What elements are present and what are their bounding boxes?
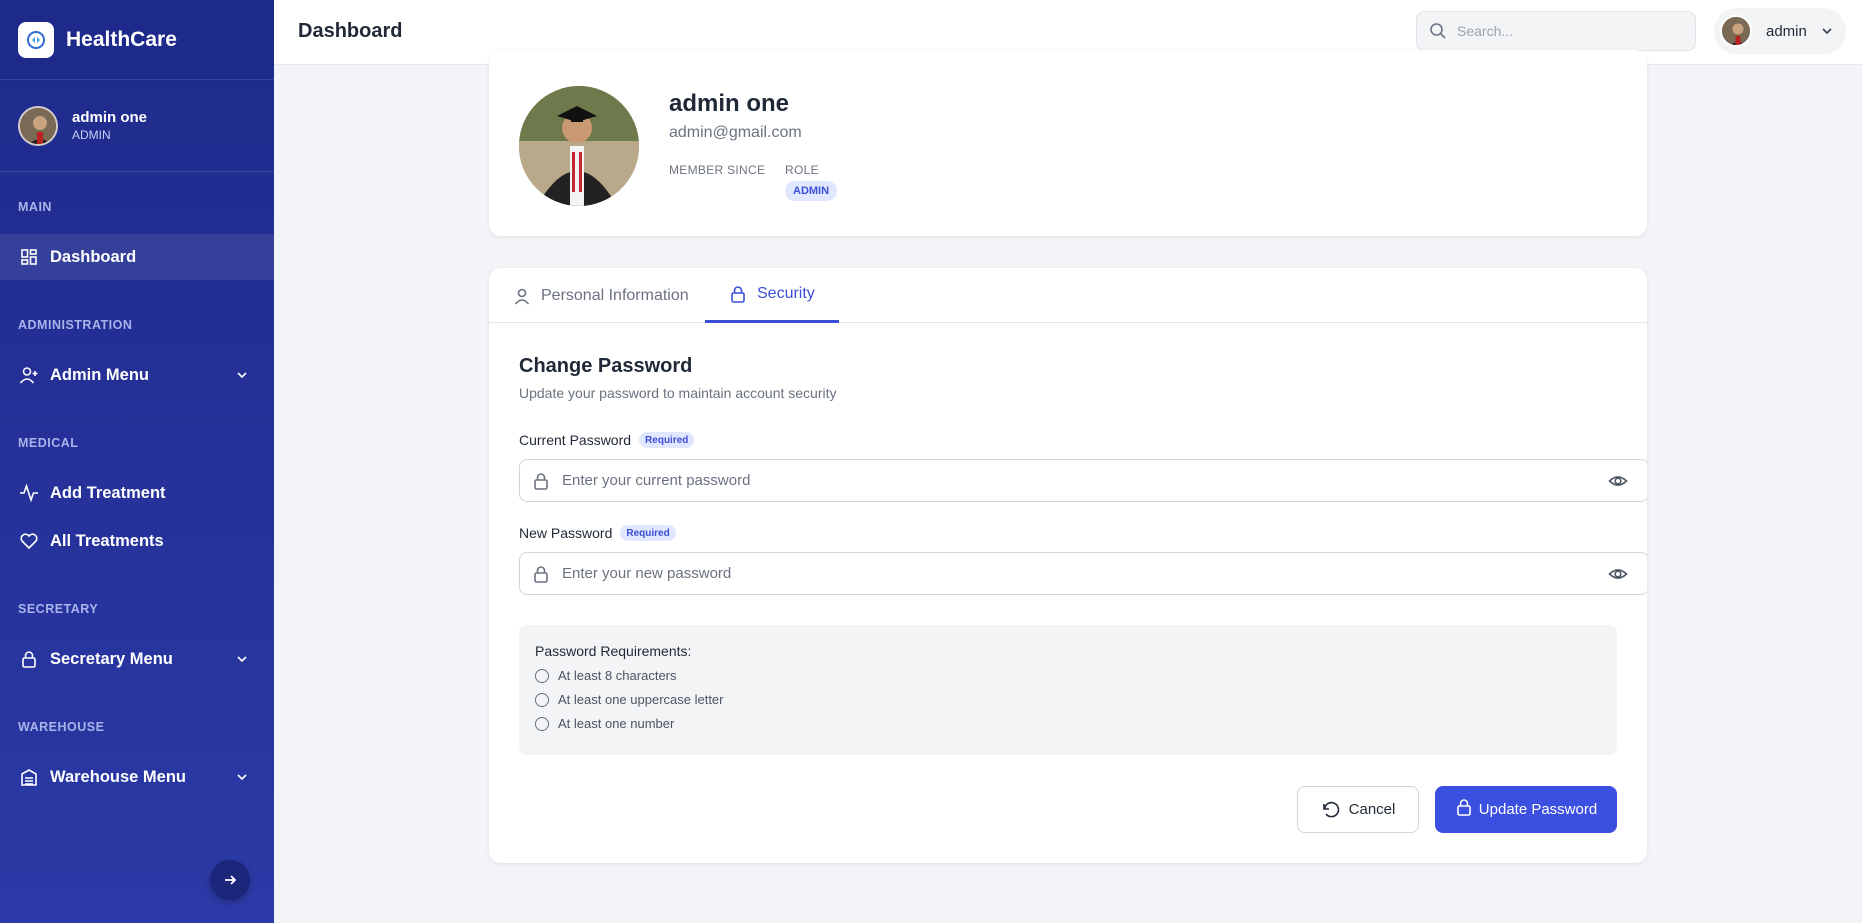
heart-icon <box>18 530 40 552</box>
cancel-button[interactable]: Cancel <box>1297 786 1419 833</box>
section-label-secretary: SECRETARY <box>18 602 99 616</box>
field-label-text: New Password <box>519 525 613 541</box>
current-password-label: Current Password Required <box>519 432 695 448</box>
sidebar-item-dashboard[interactable]: Dashboard <box>0 234 274 280</box>
brand-logo-icon <box>18 21 54 58</box>
sidebar-item-admin-menu[interactable]: Admin Menu <box>0 352 274 398</box>
sidebar-user-role: ADMIN <box>72 128 111 142</box>
section-label-warehouse: WAREHOUSE <box>18 720 105 734</box>
lock-icon <box>729 285 747 303</box>
arrow-right-icon <box>223 873 237 887</box>
section-subtitle: Update your password to maintain account… <box>519 385 837 401</box>
sidebar-item-all-treatments[interactable]: All Treatments <box>0 518 274 564</box>
rotate-ccw-icon <box>1321 800 1341 820</box>
sidebar-item-warehouse-menu[interactable]: Warehouse Menu <box>0 754 274 800</box>
sidebar-item-label: Warehouse Menu <box>50 767 186 786</box>
page-title: Dashboard <box>298 20 403 42</box>
requirement-text: At least 8 characters <box>558 668 677 683</box>
sidebar-toggle-button[interactable] <box>210 860 250 900</box>
sidebar-item-label: Dashboard <box>50 247 137 266</box>
profile-name: admin one <box>669 90 790 117</box>
requirements-title: Password Requirements: <box>535 643 692 659</box>
tab-security[interactable]: Security <box>705 268 839 323</box>
tab-bar: Personal Information Security <box>489 268 1647 323</box>
requirement-item: At least one number <box>535 716 674 731</box>
brand-name: HealthCare <box>66 27 177 51</box>
eye-icon[interactable] <box>1608 471 1628 491</box>
role-label: ROLE <box>785 163 819 177</box>
lock-icon <box>1455 798 1473 816</box>
circle-icon <box>535 692 549 707</box>
warehouse-icon <box>18 766 40 788</box>
lock-icon <box>532 472 550 490</box>
update-password-button[interactable]: Update Password <box>1435 786 1617 833</box>
chevron-down-icon <box>1821 25 1833 37</box>
field-label-text: Current Password <box>519 432 632 448</box>
section-title: Change Password <box>519 355 693 377</box>
brand[interactable]: HealthCare <box>0 0 274 80</box>
profile-email: admin@gmail.com <box>669 124 802 141</box>
required-badge: Required <box>620 525 676 541</box>
sidebar-item-label: All Treatments <box>50 531 164 550</box>
new-password-label: New Password Required <box>519 525 676 541</box>
settings-card: Personal Information Security Change Pas… <box>489 268 1647 863</box>
circle-icon <box>535 716 549 731</box>
lock-icon <box>18 648 40 670</box>
search-icon <box>1429 22 1447 40</box>
sidebar-item-label: Admin Menu <box>50 365 149 384</box>
profile-card: admin one admin@gmail.com MEMBER SINCE R… <box>489 50 1647 236</box>
requirement-item: At least one uppercase letter <box>535 692 724 707</box>
sidebar-item-label: Secretary Menu <box>50 649 173 668</box>
lock-icon <box>532 565 550 583</box>
required-badge: Required <box>639 432 695 448</box>
chevron-down-icon <box>236 769 248 788</box>
role-badge: ADMIN <box>785 181 838 201</box>
requirement-item: At least 8 characters <box>535 668 677 683</box>
section-label-administration: ADMINISTRATION <box>18 318 133 332</box>
avatar <box>1720 15 1752 47</box>
profile-photo <box>519 86 639 206</box>
requirement-text: At least one number <box>558 716 675 731</box>
current-password-input[interactable] <box>562 472 1562 489</box>
user-menu-button[interactable]: admin <box>1714 8 1846 54</box>
cancel-label: Cancel <box>1348 801 1396 818</box>
new-password-input[interactable] <box>562 565 1562 582</box>
password-requirements: Password Requirements: At least 8 charac… <box>519 625 1617 755</box>
tab-label: Personal Information <box>541 286 689 304</box>
circle-icon <box>535 668 549 683</box>
user-icon <box>513 287 531 305</box>
chevron-down-icon <box>236 651 248 670</box>
current-password-field[interactable] <box>519 459 1647 502</box>
search-input[interactable] <box>1457 23 1677 39</box>
grid-icon <box>18 246 40 268</box>
user-menu-name: admin <box>1766 22 1807 40</box>
member-since-label: MEMBER SINCE <box>669 163 766 177</box>
update-label: Update Password <box>1478 801 1598 818</box>
tab-label: Security <box>757 285 815 302</box>
chevron-down-icon <box>236 367 248 386</box>
sidebar-user-name: admin one <box>72 109 148 126</box>
sidebar-item-add-treatment[interactable]: Add Treatment <box>0 470 274 516</box>
section-label-main: MAIN <box>18 200 52 214</box>
eye-icon[interactable] <box>1608 564 1628 584</box>
new-password-field[interactable] <box>519 552 1647 595</box>
sidebar-item-secretary-menu[interactable]: Secretary Menu <box>0 636 274 682</box>
user-plus-icon <box>18 364 40 386</box>
sidebar: HealthCare admin one ADMIN MAIN Dashboar… <box>0 0 274 923</box>
search-box[interactable] <box>1416 11 1696 51</box>
sidebar-item-label: Add Treatment <box>50 483 166 502</box>
requirement-text: At least one uppercase letter <box>558 692 724 707</box>
activity-icon <box>18 482 40 504</box>
sidebar-user: admin one ADMIN <box>0 80 274 172</box>
section-label-medical: MEDICAL <box>18 436 79 450</box>
avatar <box>18 105 58 146</box>
tab-personal-information[interactable]: Personal Information <box>513 268 689 323</box>
